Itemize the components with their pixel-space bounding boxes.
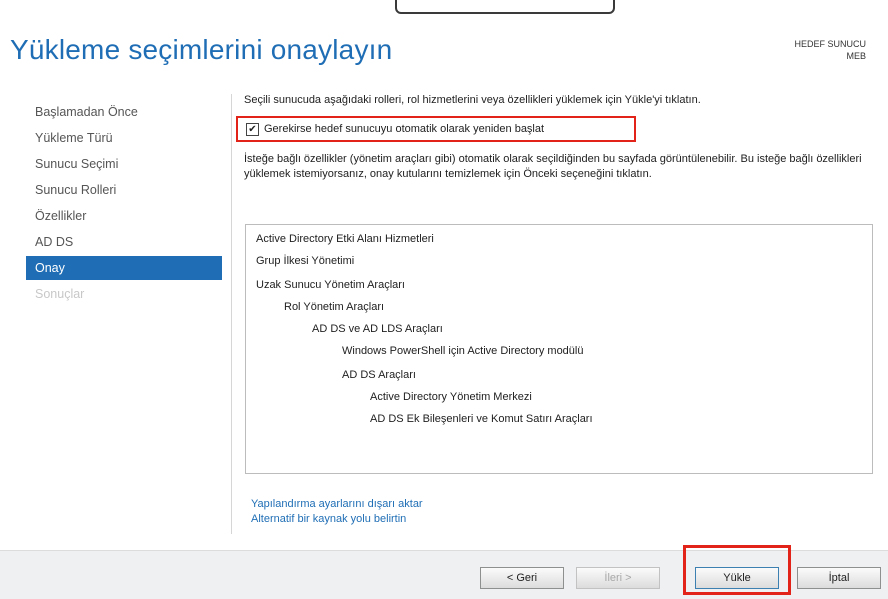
nav-item-features[interactable]: Özellikler (26, 204, 222, 228)
list-item: Active Directory Etki Alanı Hizmetleri (256, 233, 434, 245)
nav-item-installation-type[interactable]: Yükleme Türü (26, 126, 222, 150)
list-item: AD DS Araçları (342, 369, 416, 381)
destination-value: MEB (846, 51, 866, 61)
next-button: İleri > (576, 567, 660, 589)
nav-item-before-you-begin[interactable]: Başlamadan Önce (26, 100, 222, 124)
nav-item-server-selection[interactable]: Sunucu Seçimi (26, 152, 222, 176)
cancel-button[interactable]: İptal (797, 567, 881, 589)
list-item: Grup İlkesi Yönetimi (256, 255, 355, 267)
intro-text: Seçili sunucuda aşağıdaki rolleri, rol h… (244, 94, 701, 106)
destination-server: HEDEF SUNUCU MEB (794, 38, 866, 62)
optional-features-note: İsteğe bağlı özellikler (yönetim araçlar… (244, 153, 862, 180)
export-settings-link[interactable]: Yapılandırma ayarlarını dışarı aktar (251, 498, 423, 510)
nav-item-results: Sonuçlar (35, 287, 85, 301)
back-button[interactable]: < Geri (480, 567, 564, 589)
restart-label[interactable]: Gerekirse hedef sunucuyu otomatik olarak… (264, 123, 544, 135)
vertical-divider (231, 94, 232, 534)
list-item: Active Directory Yönetim Merkezi (370, 391, 532, 403)
page-title: Yükleme seçimlerini onaylayın (10, 34, 393, 65)
list-item: Windows PowerShell için Active Directory… (342, 345, 584, 357)
install-button-highlight (683, 545, 791, 595)
nav-item-confirmation[interactable]: Onay (26, 256, 222, 280)
nav-item-server-roles[interactable]: Sunucu Rolleri (26, 178, 222, 202)
wizard-nav: Başlamadan Önce Yükleme Türü Sunucu Seçi… (26, 100, 222, 308)
alternate-source-link[interactable]: Alternatif bir kaynak yolu belirtin (251, 513, 406, 525)
nav-item-ad-ds[interactable]: AD DS (26, 230, 222, 254)
restart-checkbox[interactable]: ✔ (246, 123, 259, 136)
list-item: Rol Yönetim Araçları (284, 301, 385, 313)
features-list[interactable]: Active Directory Etki Alanı Hizmetleri G… (245, 224, 873, 474)
restart-option-highlight: ✔ Gerekirse hedef sunucuyu otomatik olar… (236, 116, 636, 142)
destination-label: HEDEF SUNUCU (794, 39, 866, 49)
list-item: AD DS Ek Bileşenleri ve Komut Satırı Ara… (370, 413, 593, 425)
list-item: Uzak Sunucu Yönetim Araçları (256, 279, 405, 291)
window-top-tab (395, 0, 615, 14)
list-item: AD DS ve AD LDS Araçları (312, 323, 443, 335)
